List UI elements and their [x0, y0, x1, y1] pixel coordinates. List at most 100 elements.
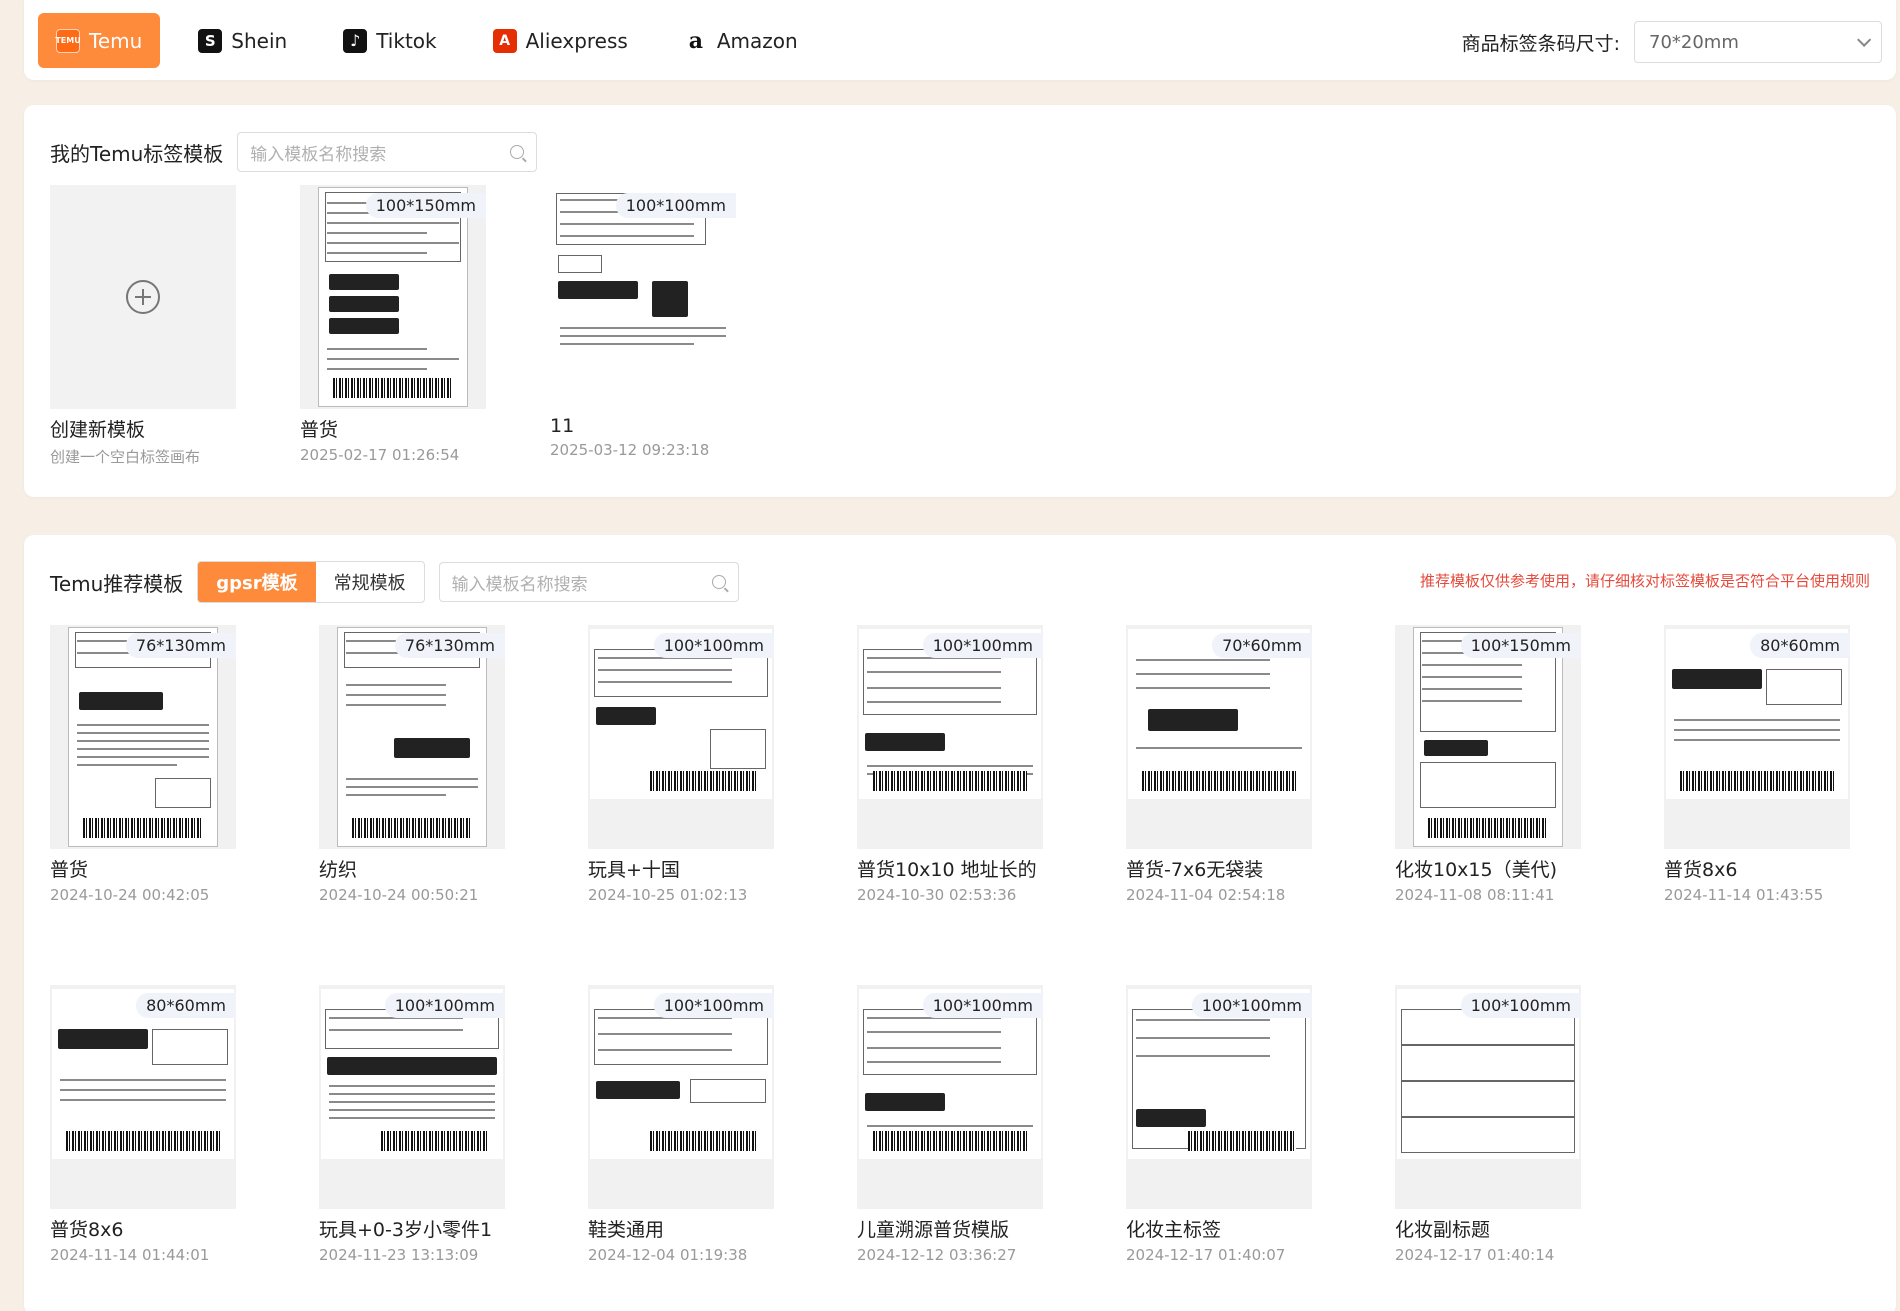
- recommended-template-card[interactable]: 100*100mm 化妆副标题 2024-12-17 01:40:14: [1395, 985, 1581, 1264]
- template-date: 2024-12-12 03:36:27: [857, 1246, 1017, 1264]
- size-badge: 100*150mm: [1460, 633, 1581, 658]
- tab-gpsr[interactable]: gpsr模板: [198, 562, 316, 602]
- template-thumbnail[interactable]: 100*150mm: [1395, 625, 1581, 849]
- platform-tabs: TEMU Temu S Shein ♪ Tiktok A Aliexpress …: [38, 13, 816, 68]
- my-templates-header: 我的Temu标签模板 输入模板名称搜索: [50, 132, 538, 172]
- recommended-template-card[interactable]: 100*100mm 玩具+0-3岁小零件1 2024-11-23 13:13:0…: [319, 985, 505, 1264]
- template-name: 儿童溯源普货模版: [857, 1219, 1010, 1241]
- recommended-search-input[interactable]: 输入模板名称搜索: [438, 562, 739, 602]
- template-date: 2024-11-04 02:54:18: [1126, 886, 1286, 904]
- template-name: 纺织: [319, 859, 358, 881]
- template-thumbnail[interactable]: 100*100mm: [319, 985, 505, 1209]
- recommended-template-card[interactable]: 100*150mm 化妆10x15（美代) 2024-11-08 08:11:4…: [1395, 625, 1581, 904]
- tab-shein-label: Shein: [231, 28, 288, 53]
- amazon-logo-icon: a: [688, 27, 703, 54]
- template-thumbnail[interactable]: 80*60mm: [50, 985, 236, 1209]
- template-thumbnail[interactable]: 100*100mm: [588, 625, 774, 849]
- shein-logo-icon: S: [198, 28, 223, 53]
- template-date: 2024-12-04 01:19:38: [588, 1246, 748, 1264]
- tab-amazon[interactable]: a Amazon: [666, 13, 816, 68]
- size-badge: 100*150mm: [365, 193, 486, 218]
- tiktok-logo-icon: ♪: [343, 28, 368, 53]
- template-thumbnail[interactable]: 100*100mm: [1126, 985, 1312, 1209]
- recommended-template-card[interactable]: 80*60mm 普货8x6 2024-11-14 01:43:55: [1664, 625, 1850, 904]
- size-badge: 100*100mm: [615, 193, 736, 218]
- template-date: 2024-11-23 13:13:09: [319, 1246, 479, 1264]
- template-name: 玩具+十国: [588, 859, 680, 881]
- label-preview: [68, 627, 218, 847]
- recommended-template-card[interactable]: 70*60mm 普货-7x6无袋装 2024-11-04 02:54:18: [1126, 625, 1312, 904]
- tab-tiktok[interactable]: ♪ Tiktok: [325, 13, 454, 68]
- template-date: 2024-11-14 01:43:55: [1664, 886, 1824, 904]
- template-thumbnail[interactable]: 100*150mm: [300, 185, 486, 409]
- template-thumbnail[interactable]: 80*60mm: [1664, 625, 1850, 849]
- recommended-template-card[interactable]: 100*100mm 鞋类通用 2024-12-04 01:19:38: [588, 985, 774, 1264]
- barcode-size-setting: 商品标签条码尺寸: 70*20mm: [1462, 21, 1882, 63]
- template-thumbnail[interactable]: 70*60mm: [1126, 625, 1312, 849]
- template-date: 2024-11-08 08:11:41: [1395, 886, 1555, 904]
- my-templates-panel: 我的Temu标签模板 输入模板名称搜索 创建新模板 创建一个空白标签画布 100…: [24, 105, 1896, 497]
- template-name: 普货10x10 地址长的: [857, 859, 1037, 881]
- recommended-template-card[interactable]: 76*130mm 普货 2024-10-24 00:42:05: [50, 625, 236, 904]
- size-badge: 100*100mm: [1460, 993, 1581, 1018]
- template-date: 2024-10-25 01:02:13: [588, 886, 748, 904]
- template-name: 鞋类通用: [588, 1219, 665, 1241]
- tab-amazon-label: Amazon: [716, 28, 798, 53]
- template-thumbnail[interactable]: 100*100mm: [857, 625, 1043, 849]
- my-template-card[interactable]: 100*150mm 普货 2025-02-17 01:26:54: [300, 185, 486, 464]
- barcode-size-select[interactable]: 70*20mm: [1634, 21, 1882, 63]
- template-date: 2024-10-24 00:50:21: [319, 886, 479, 904]
- search-icon[interactable]: [510, 145, 525, 159]
- my-templates-search-input[interactable]: 输入模板名称搜索: [237, 132, 538, 172]
- tab-shein[interactable]: S Shein: [180, 13, 305, 68]
- tab-aliexpress-label: Aliexpress: [525, 28, 628, 53]
- recommended-template-card[interactable]: 76*130mm 纺织 2024-10-24 00:50:21: [319, 625, 505, 904]
- recommended-template-card[interactable]: 100*100mm 化妆主标签 2024-12-17 01:40:07: [1126, 985, 1312, 1264]
- template-name: 普货-7x6无袋装: [1126, 859, 1264, 881]
- template-type-tabs: gpsr模板 常规模板: [197, 561, 425, 603]
- tab-temu[interactable]: TEMU Temu: [38, 13, 161, 68]
- size-badge: 80*60mm: [1750, 633, 1850, 658]
- tab-aliexpress[interactable]: A Aliexpress: [475, 13, 646, 68]
- template-name: 化妆副标题: [1395, 1219, 1491, 1241]
- template-date: 2024-12-17 01:40:14: [1395, 1246, 1555, 1264]
- plus-icon[interactable]: [126, 280, 160, 314]
- recommended-template-card[interactable]: 100*100mm 儿童溯源普货模版 2024-12-12 03:36:27: [857, 985, 1043, 1264]
- platform-bar: TEMU Temu S Shein ♪ Tiktok A Aliexpress …: [24, 0, 1896, 80]
- template-date: 2025-03-12 09:23:18: [550, 441, 710, 459]
- template-thumbnail[interactable]: 100*100mm: [857, 985, 1043, 1209]
- template-thumbnail[interactable]: 100*100mm: [588, 985, 774, 1209]
- tab-temu-label: Temu: [89, 28, 143, 53]
- search-icon[interactable]: [711, 575, 726, 589]
- recommended-templates-panel: Temu推荐模板 gpsr模板 常规模板 输入模板名称搜索 推荐模板仅供参考使用…: [24, 535, 1896, 1311]
- template-name: 普货: [50, 859, 89, 881]
- template-thumbnail[interactable]: 100*100mm: [1395, 985, 1581, 1209]
- size-badge: 100*100mm: [922, 633, 1043, 658]
- recommended-template-card[interactable]: 100*100mm 玩具+十国 2024-10-25 01:02:13: [588, 625, 774, 904]
- recommended-notice: 推荐模板仅供参考使用，请仔细核对标签模板是否符合平台使用规则: [1419, 572, 1870, 590]
- create-template-name: 创建新模板: [50, 419, 146, 441]
- search-placeholder: 输入模板名称搜索: [451, 574, 588, 595]
- chevron-down-icon: [1857, 32, 1872, 47]
- template-thumbnail[interactable]: 76*130mm: [319, 625, 505, 849]
- create-template-card[interactable]: 创建新模板 创建一个空白标签画布: [50, 185, 236, 467]
- template-thumbnail[interactable]: 76*130mm: [50, 625, 236, 849]
- template-date: 2025-02-17 01:26:54: [300, 446, 460, 464]
- search-placeholder: 输入模板名称搜索: [250, 144, 387, 165]
- recommended-title: Temu推荐模板: [50, 571, 184, 596]
- template-name: 11: [550, 415, 575, 437]
- template-name: 普货8x6: [50, 1219, 124, 1241]
- template-name: 普货8x6: [1664, 859, 1738, 881]
- tab-regular[interactable]: 常规模板: [316, 562, 424, 602]
- size-badge: 70*60mm: [1212, 633, 1312, 658]
- my-template-card[interactable]: 100*100mm 11 2025-03-12 09:23:18: [550, 185, 736, 459]
- template-thumbnail[interactable]: 100*100mm: [550, 185, 736, 409]
- size-badge: 100*100mm: [384, 993, 505, 1018]
- recommended-header: Temu推荐模板 gpsr模板 常规模板 输入模板名称搜索: [50, 561, 739, 603]
- recommended-template-card[interactable]: 100*100mm 普货10x10 地址长的 2024-10-30 02:53:…: [857, 625, 1043, 904]
- recommended-template-card[interactable]: 80*60mm 普货8x6 2024-11-14 01:44:01: [50, 985, 236, 1264]
- create-template-thumb[interactable]: [50, 185, 236, 409]
- size-badge: 76*130mm: [125, 633, 236, 658]
- size-badge: 100*100mm: [653, 993, 774, 1018]
- aliexpress-logo-icon: A: [492, 28, 517, 53]
